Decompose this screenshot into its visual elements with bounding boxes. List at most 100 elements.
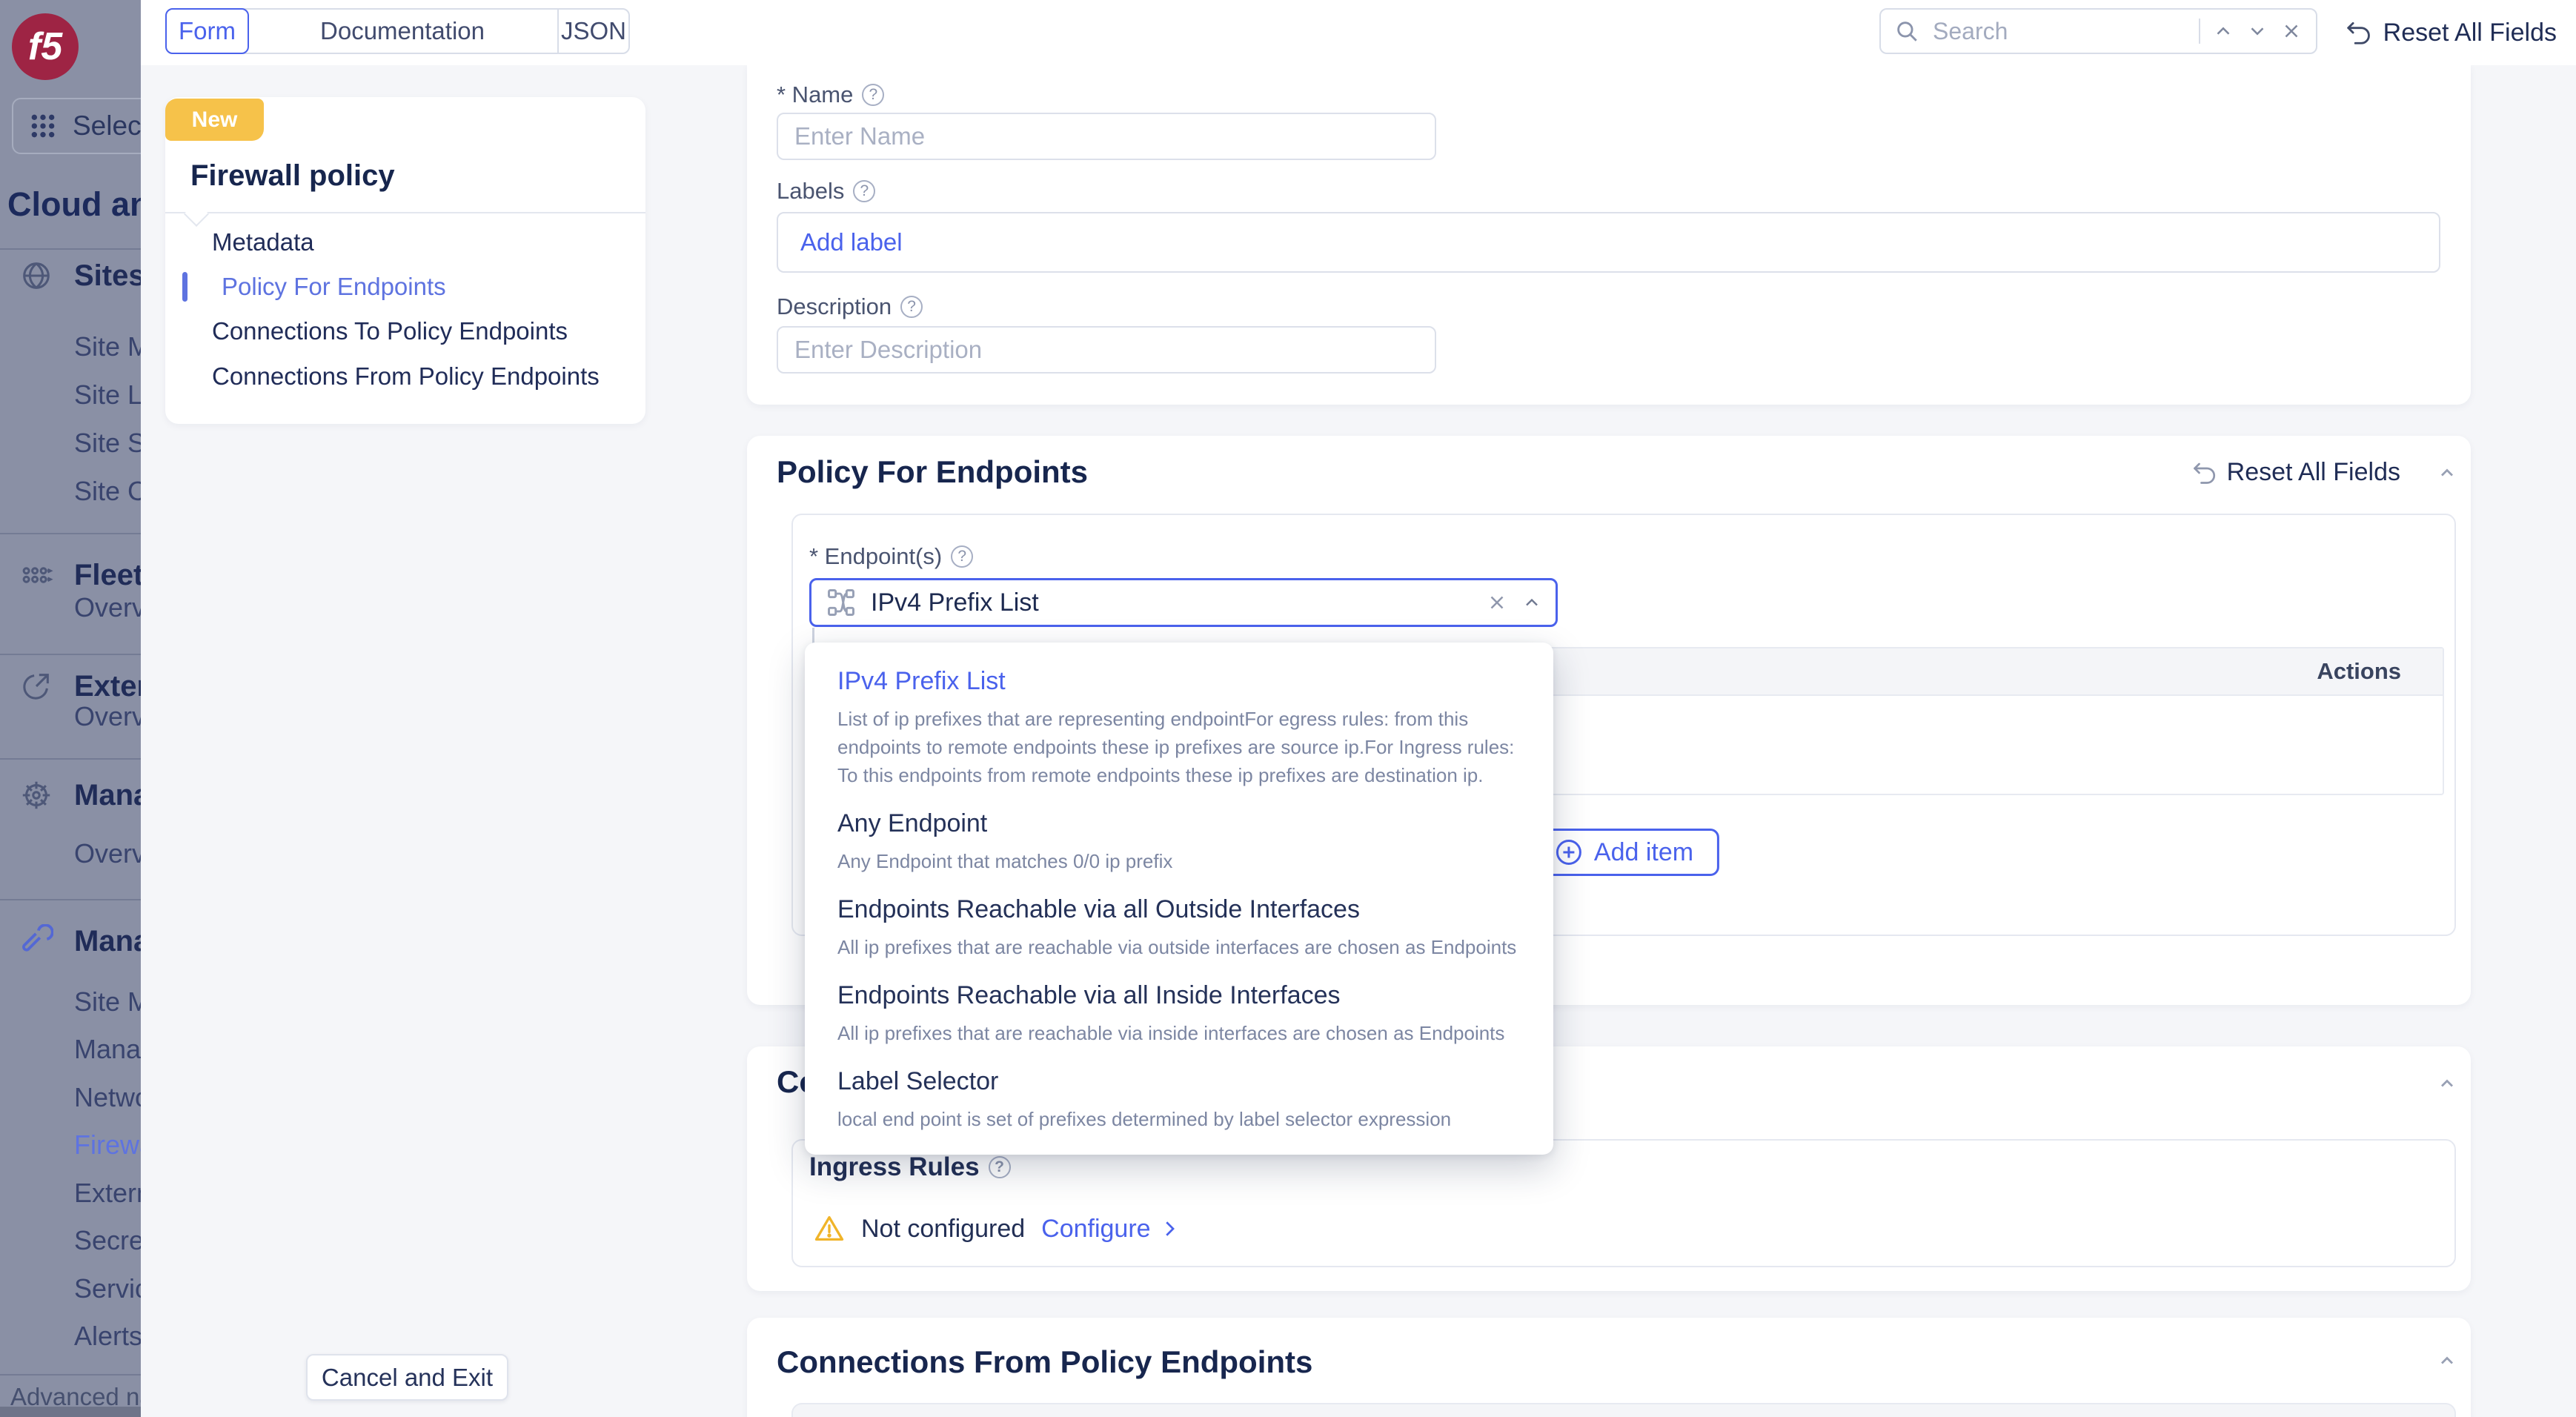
sidebar-item-firewall[interactable]: Firewall	[74, 1129, 141, 1161]
sidebar-item-site-security[interactable]: Site Secu	[74, 427, 141, 459]
reset-icon	[2191, 459, 2218, 486]
ingress-status-row: Not configured Configure	[814, 1213, 1181, 1244]
dropdown-option-label-selector[interactable]: Label Selector local end point is set of…	[837, 1065, 1521, 1133]
egress-table-header	[791, 1403, 2456, 1417]
add-item-button[interactable]: Add item	[1528, 829, 1719, 876]
sidebar-item-secrets[interactable]: Secrets	[74, 1224, 141, 1257]
reset-all-fields-label: Reset All Fields	[2383, 19, 2557, 47]
wizard-title: Firewall policy	[190, 159, 395, 193]
select-service-label: Select s	[73, 110, 141, 142]
chevron-down-icon[interactable]	[2246, 20, 2268, 42]
reset-icon	[2345, 19, 2373, 47]
chevron-right-icon	[1158, 1218, 1181, 1240]
search-icon	[1894, 19, 1919, 44]
help-icon[interactable]: ?	[862, 84, 884, 106]
labels-box: Add label	[777, 212, 2440, 273]
help-icon[interactable]: ?	[951, 545, 973, 568]
external-link-icon	[19, 669, 53, 703]
help-icon[interactable]: ?	[853, 180, 875, 202]
chevron-up-icon[interactable]	[2212, 20, 2234, 42]
add-item-label: Add item	[1594, 838, 1693, 867]
sidebar-item-alerts[interactable]: Alerts M	[74, 1320, 141, 1353]
dropdown-connector	[812, 628, 814, 644]
tab-documentation[interactable]: Documentation	[248, 10, 557, 53]
sidebar-section-label: Manage	[74, 779, 141, 812]
option-title: IPv4 Prefix List	[837, 665, 1521, 697]
sidebar-item-service[interactable]: Service	[74, 1272, 141, 1305]
help-icon[interactable]: ?	[900, 296, 923, 318]
select-service-button[interactable]: Select s	[12, 98, 141, 154]
wizard-step-policy-for-endpoints[interactable]: Policy For Endpoints	[222, 272, 446, 302]
status-badge: New	[165, 99, 264, 141]
divider	[0, 899, 141, 900]
ingress-rules-fieldset: Ingress Rules? Not configured Configure	[791, 1139, 2456, 1267]
name-input[interactable]	[777, 113, 1436, 160]
description-label: Description?	[777, 293, 923, 320]
sidebar-item-site-map[interactable]: Site Map	[74, 331, 141, 363]
collapse-chevron-icon[interactable]	[2437, 462, 2457, 483]
view-tabs: Form Documentation JSON	[165, 8, 630, 54]
help-icon[interactable]: ?	[989, 1156, 1011, 1178]
close-icon[interactable]	[2280, 20, 2303, 42]
grid-icon	[28, 111, 58, 141]
reset-all-fields-button[interactable]: Reset All Fields	[2345, 0, 2557, 65]
workspace-heading: Cloud and	[7, 185, 141, 224]
one-of-icon	[825, 586, 857, 619]
sidebar-item-manage-overview[interactable]: Overview	[74, 837, 141, 870]
labels-label: Labels?	[777, 178, 875, 205]
sidebar-item-fleets-overview[interactable]: Overview	[74, 591, 141, 624]
sidebar-item-external[interactable]: External	[74, 1177, 141, 1209]
divider	[0, 758, 141, 760]
divider	[0, 533, 141, 534]
option-title: Any Endpoint	[837, 807, 1521, 840]
tab-json[interactable]: JSON	[557, 10, 628, 53]
f5-logo[interactable]: f5	[12, 13, 79, 80]
search-input[interactable]	[1931, 17, 2187, 46]
wrench-icon	[19, 924, 53, 958]
cancel-and-exit-button[interactable]: Cancel and Exit	[306, 1354, 508, 1401]
actions-column-header: Actions	[2317, 658, 2401, 685]
sidebar-section-label: Sites	[74, 259, 141, 293]
divider-notch	[184, 202, 209, 227]
sidebar-footer	[0, 1407, 141, 1417]
endpoint-select-value: IPv4 Prefix List	[871, 588, 1473, 617]
fleet-icon	[19, 558, 53, 592]
warning-icon	[814, 1213, 845, 1244]
topbar: Form Documentation JSON Reset A	[141, 0, 2576, 65]
wizard-nav-card: New Firewall policy Metadata Policy For …	[165, 97, 645, 424]
search-box	[1879, 8, 2317, 54]
divider	[0, 1374, 141, 1375]
section-title: Connections From Policy Endpoints	[777, 1343, 1312, 1381]
divider	[2199, 19, 2200, 44]
section-reset-all-fields-button[interactable]: Reset All Fields	[2191, 458, 2400, 487]
divider	[165, 212, 645, 213]
dropdown-option-ipv4-prefix-list[interactable]: IPv4 Prefix List List of ip prefixes tha…	[837, 665, 1521, 789]
globe-icon	[19, 259, 53, 293]
sidebar-item-manage[interactable]: Manage	[74, 1033, 141, 1066]
connections-from-section: Connections From Policy Endpoints	[747, 1318, 2471, 1417]
tab-form[interactable]: Form	[165, 8, 249, 54]
divider	[0, 248, 141, 250]
helm-icon	[19, 778, 53, 812]
collapse-chevron-icon[interactable]	[2437, 1350, 2457, 1371]
dropdown-option-any-endpoint[interactable]: Any Endpoint Any Endpoint that matches 0…	[837, 807, 1521, 875]
app-root: f5 Select s Cloud and Sites Site Map Sit…	[0, 0, 2576, 1417]
wizard-step-connections-to[interactable]: Connections To Policy Endpoints	[212, 316, 568, 346]
collapse-chevron-icon[interactable]	[2437, 1073, 2457, 1094]
sidebar-item-site-management[interactable]: Site Man	[74, 986, 141, 1018]
description-input[interactable]	[777, 326, 1436, 374]
dropdown-option-inside-interfaces[interactable]: Endpoints Reachable via all Inside Inter…	[837, 979, 1521, 1047]
name-label: * Name?	[777, 82, 884, 108]
wizard-step-metadata[interactable]: Metadata	[212, 228, 314, 257]
clear-icon[interactable]	[1486, 591, 1508, 614]
sidebar-item-site-list[interactable]: Site List	[74, 379, 141, 411]
wizard-step-connections-from[interactable]: Connections From Policy Endpoints	[212, 362, 600, 391]
add-label-link[interactable]: Add label	[800, 228, 903, 256]
chevron-up-icon[interactable]	[1521, 592, 1542, 613]
sidebar-item-networking[interactable]: Network	[74, 1081, 141, 1114]
sidebar-item-external-overview[interactable]: Overview	[74, 700, 141, 733]
dropdown-option-outside-interfaces[interactable]: Endpoints Reachable via all Outside Inte…	[837, 893, 1521, 961]
endpoint-select[interactable]: IPv4 Prefix List	[809, 578, 1558, 627]
sidebar-item-site-connectivity[interactable]: Site Con	[74, 475, 141, 508]
configure-link[interactable]: Configure	[1041, 1215, 1180, 1244]
